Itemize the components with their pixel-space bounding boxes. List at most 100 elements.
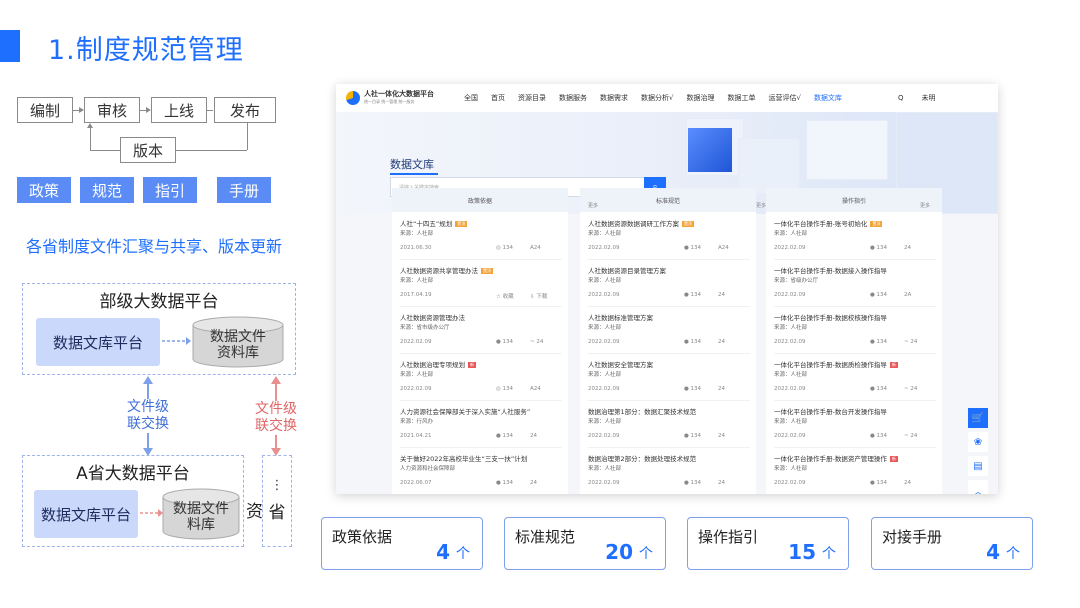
doc-views: ● 134 — [870, 292, 888, 298]
nav-service[interactable]: 数据服务 — [559, 93, 587, 103]
doc-date: 2022.02.09 — [774, 386, 806, 392]
nav-user[interactable]: 未明 — [921, 93, 935, 103]
doc-title-text: 数据治理第1部分：数据汇聚技术规范 — [588, 408, 697, 416]
doc-item[interactable]: 数据治理第2部分：数据处理技术规范 来源：人社部 2022.02.09 ● 134… — [588, 449, 750, 494]
doc-item[interactable]: 人社数据资源管理办法 来源：省市级办公厅 2022.02.09 ● 134 ~ 24 — [400, 308, 562, 354]
doc-item[interactable]: 一体化平台操作手册-账号初始化 置顶 来源：人社部 2022.02.09 ● 134… — [774, 214, 936, 260]
doc-item[interactable]: 一体化平台操作手册-数据接入操作指导 来源：省级办公厅 2022.02.09 ● … — [774, 261, 936, 307]
stat-value: 20 — [605, 540, 633, 564]
doc-title: 人社数据标准管理方案 — [588, 312, 653, 322]
portal-screenshot: 人社一体化大数据平台 统一目录 统一管理 统一服务 全国 首页 资源目录 数据服… — [336, 84, 998, 494]
doc-meta: 2022.02.09 ● 134 ~ 24 — [774, 433, 936, 439]
nav-governance[interactable]: 数据治理 — [686, 93, 714, 103]
doc-item[interactable]: 人力资源社会保障部关于深入实施“人社服务” 来源：行风办 2021.04.21 ●… — [400, 402, 562, 448]
nav-search-icon[interactable]: Q — [898, 94, 904, 102]
doc-title: 人社数据资源共享管理办法 置顶 — [400, 265, 493, 275]
flow-step-draft: 编制 — [17, 97, 73, 123]
hero-cube-2 — [738, 138, 800, 194]
stat-label: 操作指引 — [698, 528, 759, 546]
doc-item[interactable]: 人社数据资源目录管理方案 来源：人社部 2022.02.09 ● 134 24 — [588, 261, 750, 307]
hero-cube-blue — [688, 128, 732, 172]
doc-title: 数据治理第2部分：数据处理技术规范 — [588, 453, 696, 463]
doc-title: 关于做好2022年高校毕业生“三支一扶”计划 — [400, 453, 527, 463]
stat-card-standard: 标准规范 20 个 — [504, 517, 666, 570]
doc-date: 2022.02.09 — [588, 433, 620, 439]
doc-views: ● 134 — [870, 480, 888, 486]
ministry-repo-label-1: 数据文件 — [210, 329, 266, 345]
doc-date: 2022.02.09 — [588, 292, 620, 298]
doc-extra: 24 — [718, 480, 725, 486]
nav-region[interactable]: 全国 — [464, 93, 478, 103]
doc-title: 人社数据资源管理办法 — [400, 312, 465, 322]
column-standard-more[interactable]: 更多 — [588, 202, 598, 209]
column-guide-more-left[interactable]: 更多 — [756, 202, 766, 209]
doc-item[interactable]: 一体化平台操作手册-数据资产管理操作新 来源：人社部 2022.02.09 ● 1… — [774, 449, 936, 494]
flow-loop-bottom — [176, 150, 247, 151]
doc-title-text: 人社数据治理专项规划 — [400, 361, 465, 369]
doc-extra: ~ 24 — [904, 339, 918, 345]
doc-badge: 置顶 — [455, 221, 468, 227]
stat-value: 4 — [436, 540, 450, 564]
doc-views: ● 134 — [870, 433, 888, 439]
doc-source: 来源：人社部 — [588, 466, 622, 472]
side-toolbar: 🛒 ❀ ▤ ︿ — [968, 408, 990, 494]
doc-title: 一体化平台操作手册-数台开发操作指导 — [774, 406, 887, 416]
nav-catalog[interactable]: 资源目录 — [518, 93, 546, 103]
doc-item[interactable]: 人社数据治理专项规划新 来源：人社部 2022.02.09 ◎ 134 A24 — [400, 355, 562, 401]
doc-views: ● 134 — [870, 386, 888, 392]
doc-title-text: 一体化平台操作手册-数据质检操作指导 — [774, 361, 887, 369]
doc-title-text: 一体化平台操作手册-数据接入操作指导 — [774, 267, 887, 275]
doc-item[interactable]: 人社数据资源数据调研工作方案 置顶 来源：人社部 2022.02.09 ● 134 A… — [588, 214, 750, 260]
palette-icon[interactable]: ❀ — [968, 432, 988, 452]
doc-source: 来源：人社部 — [588, 325, 622, 331]
doc-title-text: 一体化平台操作手册-账号初始化 — [774, 220, 868, 228]
doc-extra: 24 — [904, 480, 911, 486]
nav-home[interactable]: 首页 — [491, 93, 505, 103]
partial-cut-text: 资 — [246, 502, 263, 522]
doc-badge: 置顶 — [682, 221, 694, 227]
doc-date: 2022.02.09 — [774, 433, 806, 439]
doc-views: ● 134 — [496, 433, 514, 439]
doc-meta: 2022.02.09 ● 134 24 — [588, 480, 750, 486]
tag-policy: 政策 — [17, 177, 71, 203]
nav-analysis[interactable]: 数据分析√ — [641, 93, 673, 103]
title-accent-bar — [0, 30, 20, 62]
doc-item[interactable]: 人社“十四五”规划 置顶 来源：人社部 2021.06.30 ◎ 134 A24 — [400, 214, 562, 260]
doc-item[interactable]: 数据治理第1部分：数据汇聚技术规范 来源：人社部 2022.02.09 ● 134… — [588, 402, 750, 448]
column-guide-more[interactable]: 更多 — [920, 202, 930, 209]
doc-item[interactable]: 一体化平台操作手册-数台开发操作指导 来源：人社部 2022.02.09 ● 13… — [774, 402, 936, 448]
nav-ticket[interactable]: 数据工单 — [727, 93, 755, 103]
up-icon[interactable]: ︿ — [968, 480, 988, 494]
stat-label: 对接手册 — [882, 528, 943, 546]
doc-meta: 2017.04.19 ☆ 收藏 ⇩ 下载 — [400, 292, 562, 300]
flow-step-publish: 发布 — [214, 97, 276, 123]
doc-title: 一体化平台操作手册-数据校核操作指导 — [774, 312, 887, 322]
doc-item[interactable]: 一体化平台操作手册-数据质检操作指导新 来源：人社部 2022.02.09 ● 1… — [774, 355, 936, 401]
doc-item[interactable]: 一体化平台操作手册-数据校核操作指导 来源：人社部 2022.02.09 ● 13… — [774, 308, 936, 354]
flow-step-review: 审核 — [84, 97, 140, 123]
partial-province-text: 省 — [268, 503, 286, 523]
column-standard: 标准规范 更多 人社数据资源数据调研工作方案 置顶 来源：人社部 2022.02.… — [580, 188, 756, 494]
doc-item[interactable]: 关于做好2022年高校毕业生“三支一扶”计划 人力资源和社会保障部 2022.0… — [400, 449, 562, 494]
doc-item[interactable]: 人社数据安全管理方案 来源：人社部 2022.02.09 ● 134 24 — [588, 355, 750, 401]
doc-item[interactable]: 人社数据标准管理方案 来源：人社部 2022.02.09 ● 134 24 — [588, 308, 750, 354]
ministry-doc-lib-platform: 数据文库平台 — [36, 318, 160, 366]
doc-date: 2021.06.30 — [400, 245, 432, 251]
nav-demand[interactable]: 数据需求 — [600, 93, 628, 103]
nav-doc-library[interactable]: 数据文库 — [814, 93, 842, 103]
doc-item[interactable]: 人社数据资源共享管理办法 置顶 来源：人社部 2017.04.19 ☆ 收藏 ⇩ 下载 — [400, 261, 562, 307]
doc-favorite[interactable]: ☆ 收藏 — [496, 292, 530, 300]
doc-meta: 2022.06.07 ● 134 24 — [400, 480, 562, 486]
doc-icon[interactable]: ▤ — [968, 456, 988, 476]
doc-download[interactable]: ⇩ 下载 — [530, 292, 547, 300]
portal-brand-sub: 统一目录 统一管理 统一服务 — [364, 99, 415, 104]
doc-date: 2022.02.09 — [774, 339, 806, 345]
doc-meta: 2022.02.09 ● 134 ~ 24 — [774, 386, 936, 392]
tag-manual: 手册 — [217, 177, 271, 203]
doc-source: 来源：人社部 — [588, 278, 622, 284]
nav-operation[interactable]: 运营评估√ — [768, 93, 800, 103]
doc-date: 2022.02.09 — [774, 480, 806, 486]
doc-title-text: 数据治理第2部分：数据处理技术规范 — [588, 455, 697, 463]
doc-source: 来源：人社部 — [774, 466, 808, 472]
cart-icon[interactable]: 🛒 — [968, 408, 988, 428]
